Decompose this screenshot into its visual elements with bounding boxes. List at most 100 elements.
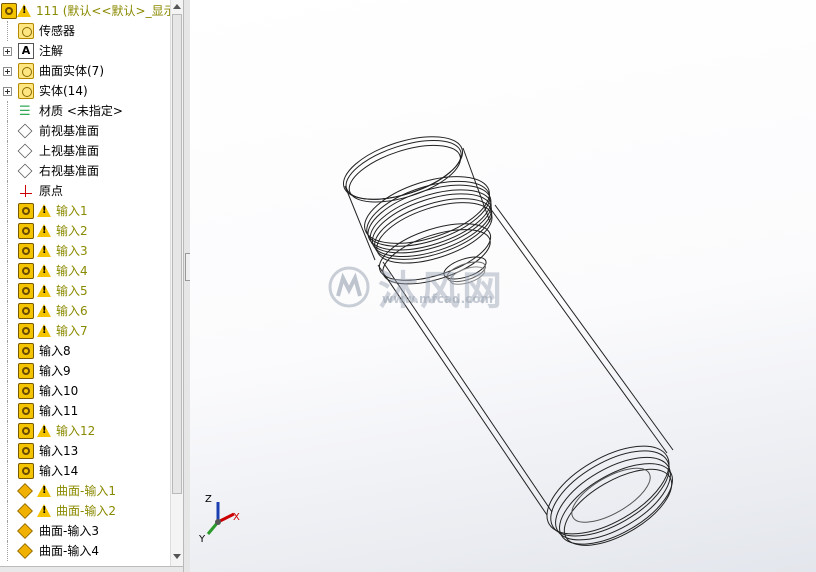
- tree-item[interactable]: 输入8: [0, 341, 170, 361]
- part-icon: [1, 3, 17, 19]
- imported-part-icon: [18, 203, 34, 219]
- plane-icon: [17, 123, 33, 139]
- material-icon: [18, 102, 34, 122]
- panel-horizontal-scrollbar[interactable]: [0, 566, 183, 572]
- tree-item-label: 右视基准面: [39, 164, 100, 178]
- warning-icon: [37, 424, 51, 437]
- tree-item[interactable]: 曲面-输入2: [0, 501, 170, 521]
- tree-connector-line: [7, 161, 9, 181]
- imported-part-icon: [18, 443, 34, 459]
- tree-connector-line: [7, 181, 9, 201]
- tree-connector-line: [7, 381, 9, 401]
- tree-scrollbar[interactable]: [170, 0, 183, 566]
- imported-part-icon: [18, 323, 34, 339]
- tree-item-label: 输入13: [39, 444, 79, 458]
- imported-part-icon: [18, 263, 34, 279]
- surface-feature-icon: [17, 483, 33, 499]
- tree-item[interactable]: 材质 <未指定>: [0, 101, 170, 122]
- tree-connector-line: [7, 421, 9, 441]
- origin-icon: [18, 183, 34, 199]
- tree-item[interactable]: 输入11: [0, 401, 170, 421]
- tree-connector-line: [7, 361, 9, 381]
- tree-item[interactable]: 输入5: [0, 281, 170, 301]
- warning-icon: [37, 504, 51, 517]
- tree-item[interactable]: 输入4: [0, 261, 170, 281]
- tree-connector-line: [7, 521, 9, 541]
- triad-z-label: Z: [205, 494, 212, 505]
- warning-icon: [37, 484, 51, 497]
- tree-item-label: 输入4: [56, 264, 88, 278]
- tree-connector-line: [7, 101, 9, 121]
- tree-connector-line: [7, 401, 9, 421]
- tree-item-label: 输入2: [56, 224, 88, 238]
- solid-bodies-folder-icon: [18, 83, 34, 99]
- tree-item[interactable]: 实体(14): [0, 81, 170, 101]
- tree-item-label: 前视基准面: [39, 124, 100, 138]
- tree-item-label: 输入5: [56, 284, 88, 298]
- tree-item[interactable]: 输入14: [0, 461, 170, 481]
- tree-item[interactable]: 曲面-输入1: [0, 481, 170, 501]
- warning-icon: [37, 244, 51, 257]
- warning-icon: [37, 264, 51, 277]
- tree-connector-line: [7, 481, 9, 501]
- tree-item[interactable]: 输入12: [0, 421, 170, 441]
- triad-y-label: Y: [198, 534, 206, 545]
- tree-connector-line: [7, 321, 9, 341]
- tree-item[interactable]: 前视基准面: [0, 121, 170, 141]
- watermark-logo-icon: [328, 266, 370, 308]
- tree-item-label: 输入1: [56, 204, 88, 218]
- tree-connector-line: [7, 281, 9, 301]
- tree-item[interactable]: 原点: [0, 181, 170, 201]
- axis-triad[interactable]: Z X Y: [196, 488, 256, 548]
- tree-item[interactable]: 曲面-输入4: [0, 541, 170, 561]
- tree-item[interactable]: 输入7: [0, 321, 170, 341]
- feature-tree: 111 (默认<<默认>_显示 传感器注解曲面实体(7) 实体(14) 材质 <未指…: [0, 0, 170, 566]
- scroll-up-arrow-icon[interactable]: [173, 4, 181, 9]
- sensor-folder-icon: [18, 23, 34, 39]
- warning-icon: [37, 284, 51, 297]
- tree-connector-line: [7, 341, 9, 361]
- tree-item-label: 传感器: [39, 24, 76, 38]
- tree-item[interactable]: 上视基准面: [0, 141, 170, 161]
- tree-root[interactable]: 111 (默认<<默认>_显示: [0, 1, 170, 21]
- expand-plus-icon[interactable]: [3, 87, 12, 96]
- plane-icon: [17, 163, 33, 179]
- imported-part-icon: [18, 243, 34, 259]
- tree-item-label: 输入14: [39, 464, 79, 478]
- tree-item-label: 原点: [39, 184, 64, 198]
- tree-item[interactable]: 输入13: [0, 441, 170, 461]
- imported-part-icon: [18, 303, 34, 319]
- expand-plus-icon[interactable]: [3, 67, 12, 76]
- tree-item-label: 实体(14): [39, 84, 88, 98]
- watermark-text: 沐风网: [378, 268, 504, 314]
- tree-connector-line: [7, 301, 9, 321]
- tree-item-label: 注解: [39, 44, 64, 58]
- tree-item[interactable]: 右视基准面: [0, 161, 170, 181]
- plane-icon: [17, 143, 33, 159]
- tree-item-label: 上视基准面: [39, 144, 100, 158]
- tree-item[interactable]: 输入1: [0, 201, 170, 221]
- tree-item[interactable]: 输入2: [0, 221, 170, 241]
- tree-connector-line: [7, 141, 9, 161]
- tree-item-label: 输入12: [56, 424, 96, 438]
- tree-item[interactable]: 曲面-输入3: [0, 521, 170, 541]
- graphics-viewport[interactable]: 沐风网 www.mfcad.com Z X Y: [190, 0, 816, 572]
- tree-item[interactable]: 注解: [0, 41, 170, 61]
- tree-item-label: 曲面-输入2: [56, 504, 116, 518]
- tree-item[interactable]: 输入3: [0, 241, 170, 261]
- tree-item[interactable]: 输入9: [0, 361, 170, 381]
- tree-item-label: 材质 <未指定>: [39, 104, 123, 118]
- tree-item[interactable]: 输入10: [0, 381, 170, 401]
- warning-icon: [17, 4, 31, 17]
- expand-plus-icon[interactable]: [3, 47, 12, 56]
- tree-item[interactable]: 曲面实体(7): [0, 61, 170, 81]
- tree-item-label: 曲面-输入3: [39, 524, 99, 538]
- scroll-thumb[interactable]: [172, 14, 182, 494]
- tree-item-label: 输入7: [56, 324, 88, 338]
- tree-item-label: 输入10: [39, 384, 79, 398]
- tree-connector-line: [7, 441, 9, 461]
- tree-item[interactable]: 传感器: [0, 21, 170, 41]
- warning-icon: [37, 204, 51, 217]
- scroll-down-arrow-icon[interactable]: [173, 554, 181, 559]
- tree-item[interactable]: 输入6: [0, 301, 170, 321]
